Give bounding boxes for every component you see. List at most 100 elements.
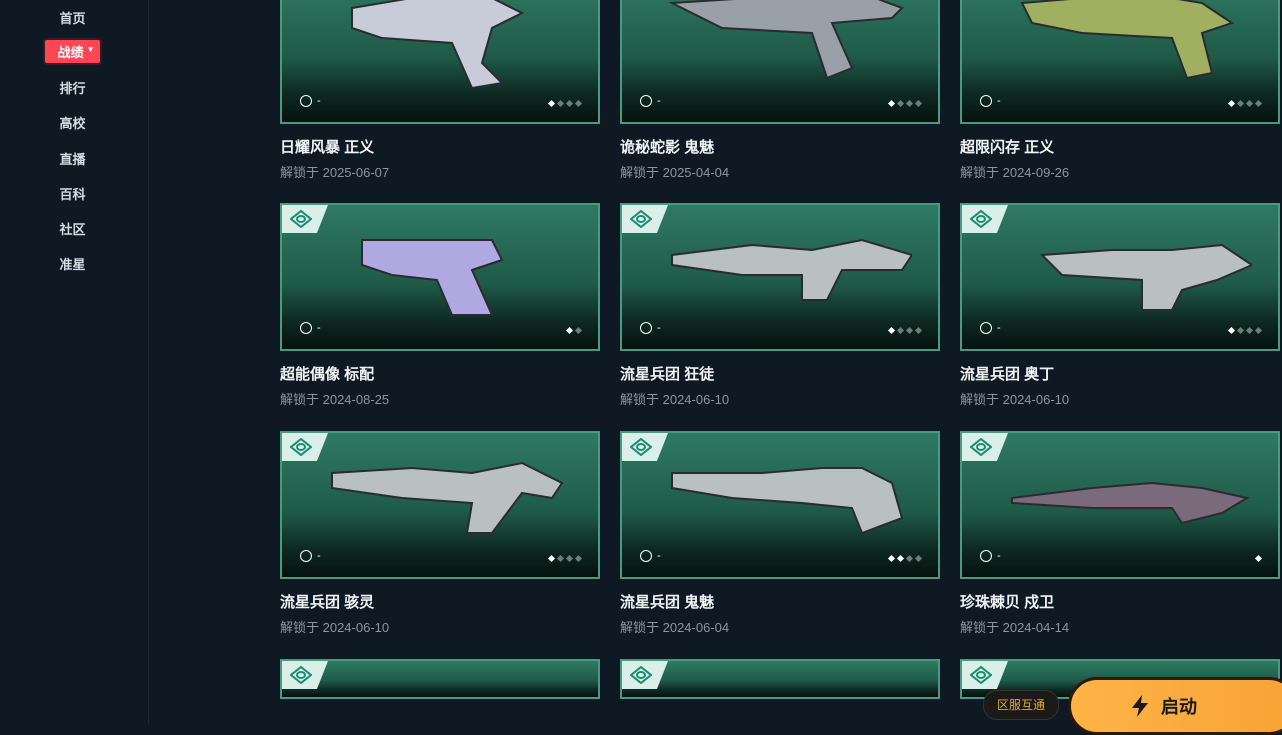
tier-badge <box>282 661 328 689</box>
skin-card[interactable]: - 流星兵团 狂徒 解锁于 2024-06-10 <box>620 203 940 408</box>
level-indicator <box>887 554 923 563</box>
level-diamond-icon <box>547 99 556 108</box>
launch-button[interactable]: 启动 <box>1068 677 1282 735</box>
skin-card[interactable]: - 流星兵团 骇灵 解锁于 2024-06-10 <box>280 431 600 636</box>
level-diamond-icon <box>896 99 905 108</box>
nav-college[interactable]: 高校 <box>0 113 145 132</box>
skin-name: 流星兵团 鬼魅 <box>620 594 715 611</box>
buddy-slot: - <box>640 550 661 562</box>
unlock-date: 解锁于 2024-06-10 <box>620 392 730 407</box>
skin-thumbnail[interactable]: - <box>620 0 940 124</box>
level-diamond-icon <box>905 326 914 335</box>
skin-card[interactable]: - 超能偶像 标配 解锁于 2024-08-25 <box>280 203 600 408</box>
skin-card[interactable]: - 珍珠棘贝 戍卫 解锁于 2024-04-14 <box>960 431 1280 636</box>
caret-down-icon: ▼ <box>86 45 95 54</box>
skin-thumbnail[interactable]: - <box>620 203 940 351</box>
skin-name: 诡秘蛇影 鬼魅 <box>620 139 715 156</box>
buddy-icon <box>980 322 992 334</box>
nav-rank[interactable]: 排行 <box>0 78 145 97</box>
skin-thumbnail[interactable] <box>280 659 600 699</box>
skin-name: 超限闪存 正义 <box>960 139 1055 156</box>
weapon-image <box>671 467 904 535</box>
buddy-icon <box>300 322 312 334</box>
level-diamond-icon <box>896 326 905 335</box>
skin-name: 日耀风暴 正义 <box>280 139 375 156</box>
skin-name: 超能偶像 标配 <box>280 366 375 383</box>
skin-thumbnail[interactable]: - <box>280 431 600 579</box>
buddy-slot: - <box>300 322 321 334</box>
tier-badge <box>622 661 668 689</box>
nav-record-label: 战绩 <box>57 45 84 60</box>
sidebar: 首页 战绩 ▼ 排行 高校 直播 百科 社区 准星 <box>0 0 149 724</box>
tier-diamond-icon <box>630 438 652 456</box>
weapon-image <box>361 239 504 316</box>
unlock-date: 解锁于 2024-04-14 <box>960 620 1070 635</box>
skin-thumbnail[interactable]: - <box>960 203 1280 351</box>
skin-thumbnail[interactable] <box>620 659 940 699</box>
skin-name: 流星兵团 狂徒 <box>620 366 715 383</box>
unlock-date: 解锁于 2024-06-10 <box>960 392 1070 407</box>
buddy-value: - <box>657 322 661 334</box>
skin-thumbnail[interactable]: - <box>960 0 1280 124</box>
level-diamond-icon <box>887 554 896 563</box>
skin-card[interactable]: - 超限闪存 正义 解锁于 2024-09-26 <box>960 0 1280 181</box>
tier-diamond-icon <box>290 210 312 228</box>
level-diamond-icon <box>1245 326 1254 335</box>
level-diamond-icon <box>1245 99 1254 108</box>
buddy-slot: - <box>980 550 1001 562</box>
skin-thumbnail[interactable]: - <box>960 431 1280 579</box>
skin-card-partial[interactable] <box>620 659 940 699</box>
level-diamond-icon <box>905 99 914 108</box>
weapon-image <box>1011 481 1250 525</box>
level-diamond-icon <box>914 99 923 108</box>
level-indicator <box>887 99 923 108</box>
nav-record[interactable]: 战绩 ▼ <box>0 40 145 63</box>
region-button[interactable]: 区服互通 <box>983 690 1059 720</box>
buddy-value: - <box>997 322 1001 334</box>
nav-home[interactable]: 首页 <box>0 8 145 27</box>
buddy-icon <box>300 550 312 562</box>
nav-record-pill: 战绩 ▼ <box>45 40 100 63</box>
skin-name: 珍珠棘贝 戍卫 <box>960 594 1055 611</box>
weapon-image <box>671 238 912 301</box>
level-diamond-icon <box>1254 326 1263 335</box>
skin-card[interactable]: - 日耀风暴 正义 解锁于 2025-06-07 <box>280 0 600 181</box>
level-diamond-icon <box>565 554 574 563</box>
skin-card[interactable]: - 诡秘蛇影 鬼魅 解锁于 2025-04-04 <box>620 0 940 181</box>
nav-live[interactable]: 直播 <box>0 149 145 168</box>
buddy-slot: - <box>300 95 321 107</box>
level-indicator <box>1254 554 1263 563</box>
level-diamond-icon <box>556 99 565 108</box>
tier-diamond-icon <box>290 666 312 684</box>
nav-community[interactable]: 社区 <box>0 219 145 238</box>
nav-crosshair[interactable]: 准星 <box>0 254 145 273</box>
weapon-image <box>668 0 904 80</box>
skin-thumbnail[interactable]: - <box>620 431 940 579</box>
level-diamond-icon <box>574 326 583 335</box>
nav-wiki[interactable]: 百科 <box>0 184 145 203</box>
buddy-icon <box>980 95 992 107</box>
skin-card-partial[interactable] <box>280 659 600 699</box>
nav-crosshair-label: 准星 <box>59 257 86 272</box>
level-diamond-icon <box>1236 99 1245 108</box>
skin-thumbnail[interactable]: - <box>280 0 600 124</box>
weapon-image <box>331 461 564 534</box>
skin-name: 流星兵团 奥丁 <box>960 366 1055 383</box>
unlock-date: 解锁于 2024-06-04 <box>620 620 730 635</box>
skin-thumbnail[interactable]: - <box>280 203 600 351</box>
level-diamond-icon <box>556 554 565 563</box>
level-indicator <box>547 554 583 563</box>
level-diamond-icon <box>1254 554 1263 563</box>
tier-diamond-icon <box>970 438 992 456</box>
buddy-icon <box>640 550 652 562</box>
weapon-image <box>1020 0 1235 80</box>
level-diamond-icon <box>887 99 896 108</box>
level-indicator <box>1227 326 1263 335</box>
skin-card[interactable]: - 流星兵团 奥丁 解锁于 2024-06-10 <box>960 203 1280 408</box>
level-diamond-icon <box>1227 99 1236 108</box>
unlock-date: 解锁于 2025-06-07 <box>280 165 390 180</box>
lightning-icon <box>1132 695 1148 717</box>
level-diamond-icon <box>1236 326 1245 335</box>
tier-diamond-icon <box>290 438 312 456</box>
skin-card[interactable]: - 流星兵团 鬼魅 解锁于 2024-06-04 <box>620 431 940 636</box>
